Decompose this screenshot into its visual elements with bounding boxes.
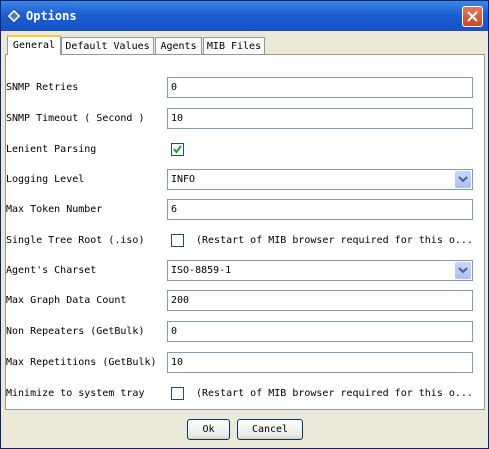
lenient-parsing-checkbox[interactable]: [171, 143, 184, 156]
tab-agents[interactable]: Agents: [155, 37, 202, 54]
options-dialog: Options General Default Values Agents MI…: [0, 0, 489, 449]
minimize-to-tray-checkbox[interactable]: [171, 387, 184, 400]
close-button[interactable]: [462, 6, 483, 27]
lenient-parsing-label: Lenient Parsing: [6, 144, 97, 155]
non-repeaters-input[interactable]: 0: [167, 321, 473, 342]
non-repeaters-label: Non Repeaters (GetBulk): [6, 326, 145, 337]
logging-level-label: Logging Level: [6, 174, 85, 185]
agents-charset-value: ISO-8859-1: [171, 265, 232, 276]
chevron-down-icon: [458, 176, 468, 183]
single-tree-root-checkbox[interactable]: [171, 234, 184, 247]
agents-charset-dropdown-button[interactable]: [455, 262, 471, 279]
checkmark-icon: [173, 145, 182, 154]
snmp-retries-label: SNMP Retries: [6, 82, 79, 93]
snmp-timeout-label: SNMP Timeout ( Second ): [6, 113, 145, 124]
logging-level-dropdown-button[interactable]: [455, 171, 471, 188]
agents-charset-select[interactable]: ISO-8859-1: [167, 260, 473, 281]
agents-charset-label: Agent's Charset: [6, 265, 97, 276]
max-token-number-input[interactable]: 6: [167, 199, 473, 220]
single-tree-root-label: Single Tree Root (.iso): [6, 235, 145, 246]
window-title: Options: [26, 9, 77, 23]
snmp-timeout-input[interactable]: 10: [167, 108, 473, 129]
max-graph-data-count-label: Max Graph Data Count: [6, 295, 127, 306]
logging-level-value: INFO: [171, 174, 196, 185]
tab-default-values[interactable]: Default Values: [61, 37, 154, 54]
minimize-to-tray-note: (Restart of MIB browser required for thi…: [196, 388, 473, 399]
snmp-retries-input[interactable]: 0: [167, 77, 473, 98]
tab-general[interactable]: General: [7, 35, 61, 55]
logging-level-select[interactable]: INFO: [167, 169, 473, 190]
max-repetitions-label: Max Repetitions (GetBulk): [6, 357, 157, 368]
max-repetitions-input[interactable]: 10: [167, 352, 473, 373]
title-bar[interactable]: Options: [1, 1, 488, 31]
app-diamond-icon: [6, 8, 22, 24]
tab-mib-files[interactable]: MIB Files: [203, 37, 265, 54]
cancel-button[interactable]: Cancel: [237, 419, 303, 440]
max-token-number-label: Max Token Number: [6, 204, 103, 215]
close-icon: [467, 11, 478, 22]
ok-button[interactable]: Ok: [187, 419, 230, 440]
minimize-to-tray-label: Minimize to system tray: [6, 388, 145, 399]
chevron-down-icon: [458, 267, 468, 274]
single-tree-root-note: (Restart of MIB browser required for thi…: [196, 235, 473, 246]
max-graph-data-count-input[interactable]: 200: [167, 290, 473, 311]
